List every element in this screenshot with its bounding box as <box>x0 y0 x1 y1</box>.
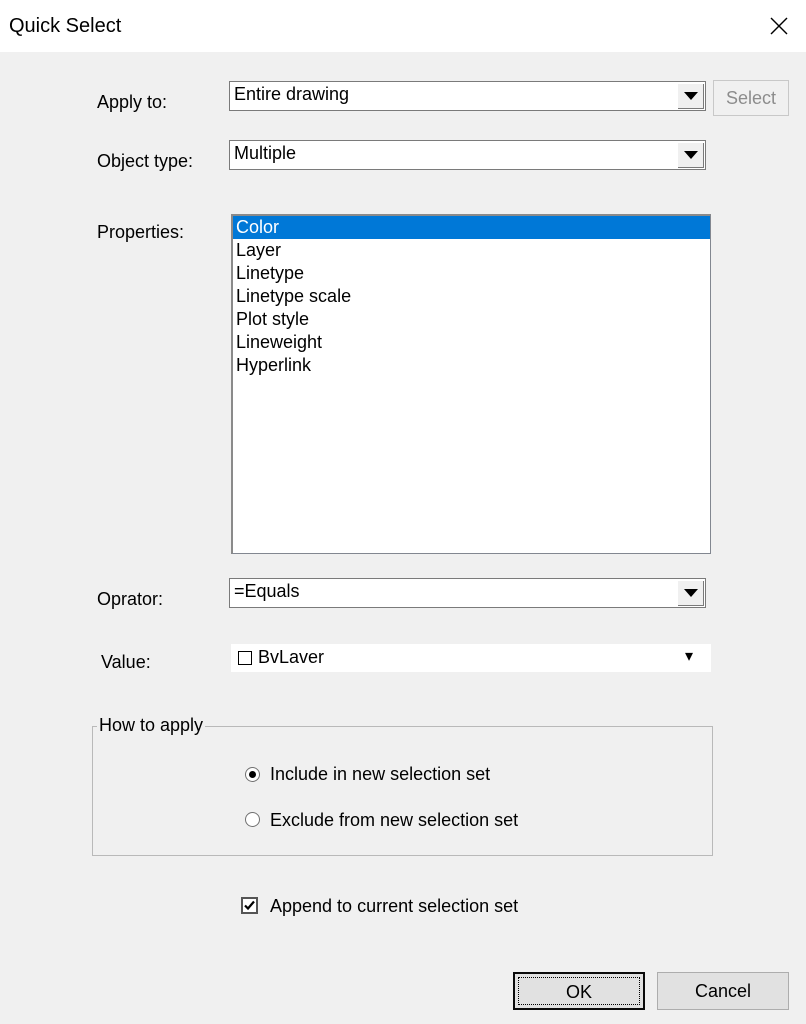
chevron-down-icon <box>684 589 698 597</box>
ok-button[interactable]: OK <box>513 972 645 1010</box>
chevron-down-icon[interactable]: ▾ <box>685 646 693 666</box>
append-checkbox[interactable] <box>241 897 258 914</box>
operator-dropdown-button[interactable] <box>677 580 704 606</box>
focus-rect <box>518 977 640 1005</box>
list-item[interactable]: Lineweight <box>233 331 710 354</box>
object-type-value: Multiple <box>234 143 297 163</box>
object-type-dropdown-button[interactable] <box>677 142 704 168</box>
how-to-apply-title: How to apply <box>97 715 206 736</box>
cancel-button[interactable]: Cancel <box>657 972 789 1010</box>
apply-to-dropdown[interactable]: Entire drawing <box>229 81 706 111</box>
value-label: Value: <box>101 652 151 672</box>
value-dropdown[interactable]: BvLaver ▾ <box>231 644 711 672</box>
operator-dropdown[interactable]: =Equals <box>229 578 706 608</box>
properties-label: Properties: <box>97 222 185 242</box>
exclude-radio[interactable] <box>245 812 260 827</box>
list-item[interactable]: Layer <box>233 239 710 262</box>
list-item[interactable]: Plot style <box>233 308 710 331</box>
title-bar: Quick Select <box>0 0 806 52</box>
color-swatch-icon <box>238 651 252 665</box>
window-title: Quick Select <box>9 15 122 37</box>
chevron-down-icon <box>684 151 698 159</box>
checkmark-icon <box>244 900 255 911</box>
append-label[interactable]: Append to current selection set <box>270 896 518 917</box>
include-radio-label[interactable]: Include in new selection set <box>270 764 490 785</box>
include-radio[interactable] <box>245 767 260 782</box>
how-to-apply-group <box>92 726 713 856</box>
chevron-down-icon <box>684 92 698 100</box>
list-item[interactable]: Linetype scale <box>233 285 710 308</box>
close-button[interactable] <box>760 10 796 42</box>
value-text: BvLaver <box>258 647 325 667</box>
close-icon <box>770 17 788 35</box>
operator-value: =Equals <box>234 581 300 601</box>
apply-to-dropdown-button[interactable] <box>677 83 704 109</box>
apply-to-value: Entire drawing <box>234 84 350 104</box>
list-item[interactable]: Color <box>233 216 710 239</box>
properties-list[interactable]: Color Layer Linetype Linetype scale Plot… <box>231 214 711 554</box>
apply-to-label: Apply to: <box>97 92 168 112</box>
object-type-dropdown[interactable]: Multiple <box>229 140 706 170</box>
radio-dot-icon <box>249 771 256 778</box>
list-item[interactable]: Hyperlink <box>233 354 710 377</box>
list-item[interactable]: Linetype <box>233 262 710 285</box>
object-type-label: Object type: <box>97 151 194 171</box>
select-objects-button[interactable]: Select <box>713 80 789 116</box>
operator-label: Oprator: <box>97 589 164 609</box>
cancel-button-label: Cancel <box>694 981 752 1001</box>
exclude-radio-label[interactable]: Exclude from new selection set <box>270 810 518 831</box>
